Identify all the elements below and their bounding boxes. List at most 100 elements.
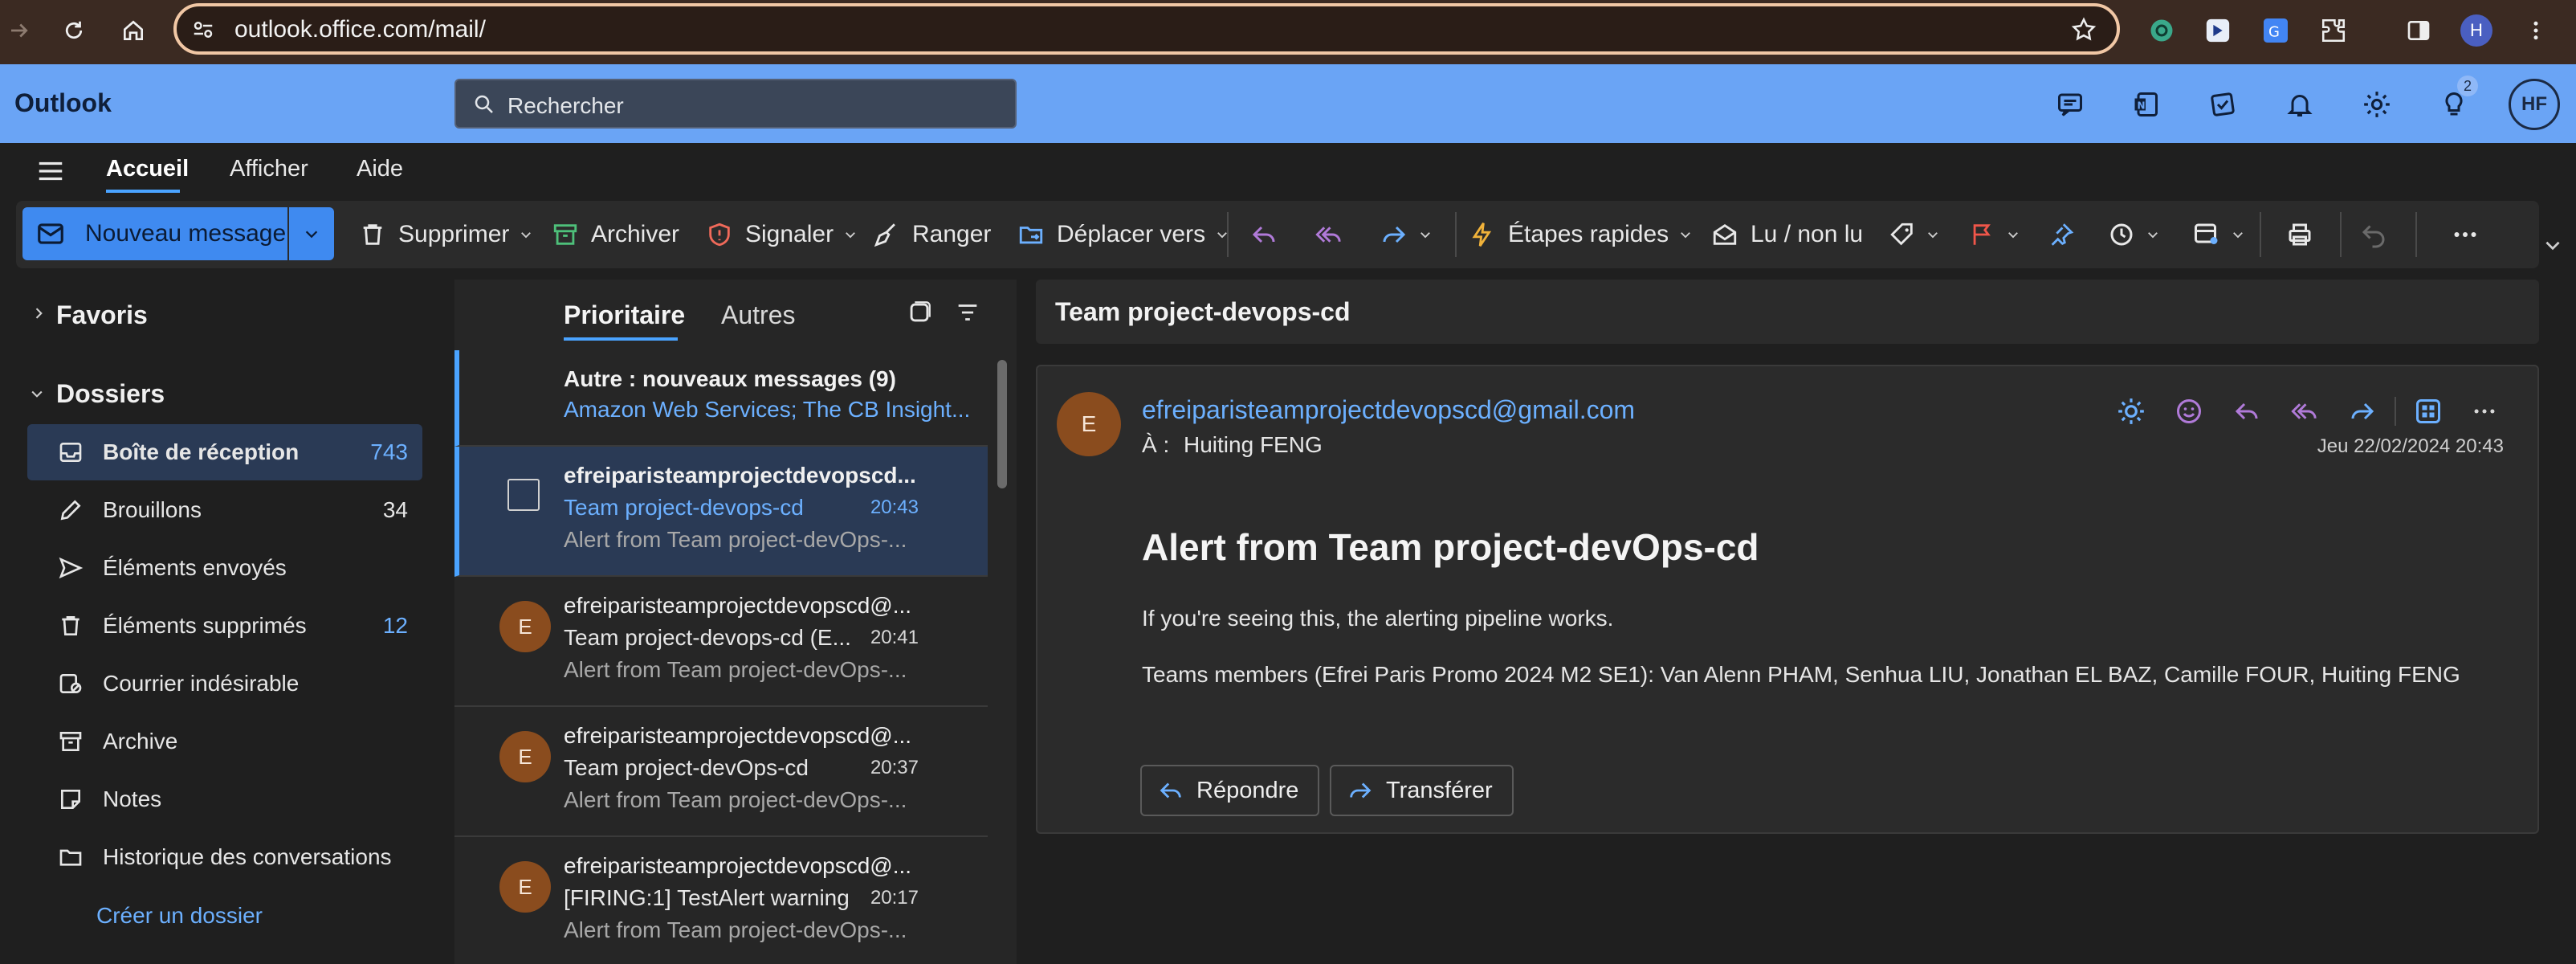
account-avatar[interactable]: HF: [2509, 79, 2560, 130]
select-checkbox[interactable]: [507, 479, 540, 511]
ribbon-collapse-chevron-icon[interactable]: [2542, 235, 2563, 255]
onenote-icon[interactable]: N: [2126, 85, 2165, 124]
notifications-bell-icon[interactable]: [2280, 85, 2319, 124]
reply-arrow-icon: [1156, 776, 1185, 805]
folder-sent[interactable]: Éléments envoyés: [27, 540, 422, 596]
folder-deleted[interactable]: Éléments supprimés 12: [27, 598, 422, 654]
profile-avatar[interactable]: H: [2457, 11, 2496, 50]
message-list-header: Prioritaire Autres: [454, 280, 1017, 349]
folder-archive[interactable]: Archive: [27, 713, 422, 770]
forward-arrow-icon[interactable]: [0, 11, 39, 50]
sender-avatar: E: [499, 861, 551, 913]
snooze-button[interactable]: [2107, 201, 2160, 268]
filter-icon[interactable]: [954, 299, 981, 326]
undo-button[interactable]: [2359, 201, 2388, 268]
more-actions-ellipsis-icon[interactable]: [2467, 394, 2502, 429]
print-button[interactable]: [2285, 201, 2314, 268]
read-unread-label: Lu / non lu: [1751, 221, 1864, 247]
read-unread-button[interactable]: Lu / non lu: [1710, 201, 1863, 268]
folder-conversation-history[interactable]: Historique des conversations: [27, 829, 422, 885]
tab-focused[interactable]: Prioritaire: [564, 300, 685, 330]
home-icon[interactable]: [114, 11, 153, 50]
extension-translate-icon[interactable]: G: [2256, 11, 2295, 50]
other-inbox-banner[interactable]: Autre : nouveaux messages (9) Amazon Web…: [454, 350, 988, 447]
archive-button[interactable]: Archiver: [551, 201, 679, 268]
extension-chatgpt-icon[interactable]: [2142, 11, 2181, 50]
tab-afficher[interactable]: Afficher: [230, 156, 308, 182]
reload-icon[interactable]: [55, 11, 93, 50]
archive-box-icon: [551, 220, 580, 249]
folder-notes[interactable]: Notes: [27, 771, 422, 827]
rules-button[interactable]: [2192, 201, 2245, 268]
reply-arrow-icon[interactable]: [2229, 394, 2264, 429]
move-to-button[interactable]: Déplacer vers: [1017, 201, 1229, 268]
hamburger-menu-icon[interactable]: [35, 156, 66, 186]
flag-button[interactable]: [1969, 201, 2020, 268]
forward-button[interactable]: Transférer: [1330, 765, 1514, 816]
emoji-reaction-icon[interactable]: [2171, 394, 2207, 429]
tab-other[interactable]: Autres: [721, 300, 795, 330]
forward-arrow-icon[interactable]: [2345, 394, 2380, 429]
delete-button[interactable]: Supprimer: [358, 201, 533, 268]
new-message-button[interactable]: Nouveau message: [22, 207, 287, 260]
chevron-down-icon[interactable]: [29, 386, 45, 402]
quick-steps-button[interactable]: Étapes rapides: [1468, 201, 1693, 268]
list-item[interactable]: E efreiparisteamprojectdevopscd@... Team…: [454, 577, 988, 707]
tab-aide[interactable]: Aide: [357, 156, 403, 182]
categorize-button[interactable]: [1889, 201, 1940, 268]
reply-button[interactable]: Répondre: [1140, 765, 1320, 816]
bookmark-star-icon[interactable]: [2070, 16, 2097, 43]
forward-button[interactable]: [1380, 201, 1433, 268]
reply-button[interactable]: [1249, 201, 1278, 268]
toolbar-divider: [1455, 212, 1457, 257]
unread-count: 12: [382, 613, 408, 638]
folders-header[interactable]: Dossiers: [56, 379, 165, 409]
more-options-button[interactable]: [2451, 201, 2480, 268]
to-label: À :: [1142, 432, 1170, 457]
sender-avatar: E: [499, 731, 551, 782]
report-button[interactable]: Signaler: [705, 201, 858, 268]
clock-icon: [2110, 223, 2133, 246]
list-item[interactable]: efreiparisteamprojectdevopscd... Team pr…: [454, 447, 988, 577]
address-bar[interactable]: outlook.office.com/mail/: [173, 3, 2120, 55]
sweep-button[interactable]: Ranger: [872, 201, 991, 268]
teams-chat-icon[interactable]: [2051, 85, 2089, 124]
browser-menu-icon[interactable]: [2517, 11, 2555, 50]
sender-email[interactable]: efreiparisteamprojectdevopscd@gmail.com: [1142, 395, 1635, 425]
chevron-right-icon[interactable]: [31, 305, 47, 321]
message-list-scrollbar[interactable]: [997, 360, 1007, 488]
select-mode-icon[interactable]: [906, 299, 933, 326]
side-panel-icon[interactable]: [2399, 11, 2438, 50]
folder-icon: [56, 843, 85, 872]
reply-all-button[interactable]: [1314, 201, 1344, 268]
settings-gear-icon[interactable]: [2358, 85, 2396, 124]
folder-drafts[interactable]: Brouillons 34: [27, 482, 422, 538]
reply-all-icon[interactable]: [2287, 394, 2322, 429]
immersive-reader-sun-icon[interactable]: [2113, 394, 2149, 429]
sender-avatar[interactable]: E: [1057, 392, 1121, 456]
apps-grid-icon[interactable]: [2411, 394, 2446, 429]
app-title[interactable]: Outlook: [14, 88, 112, 118]
create-folder-link[interactable]: Créer un dossier: [96, 903, 263, 929]
report-label: Signaler: [745, 221, 834, 247]
url-text[interactable]: outlook.office.com/mail/: [234, 16, 486, 43]
list-item[interactable]: E efreiparisteamprojectdevopscd@... [FIR…: [454, 837, 988, 964]
list-item[interactable]: E efreiparisteamprojectdevopscd@... Team…: [454, 707, 988, 837]
folder-junk[interactable]: Courrier indésirable: [27, 656, 422, 712]
recipient-name[interactable]: Huiting FENG: [1184, 432, 1323, 457]
pin-button[interactable]: [2048, 201, 2075, 268]
chevron-down-icon: [846, 232, 855, 239]
todo-icon[interactable]: [2203, 85, 2242, 124]
extension-shield-icon[interactable]: [2199, 11, 2237, 50]
chevron-down-icon: [1928, 232, 1938, 239]
search-input[interactable]: Rechercher: [454, 79, 1017, 129]
site-settings-icon[interactable]: [191, 18, 215, 42]
folder-pane: Favoris Dossiers Boîte de réception 743 …: [0, 281, 434, 964]
conversation-header: Team project-devops-cd: [1036, 280, 2539, 344]
tips-lightbulb-icon[interactable]: 2: [2435, 76, 2478, 124]
extensions-puzzle-icon[interactable]: [2314, 11, 2353, 50]
favorites-header[interactable]: Favoris: [56, 300, 148, 330]
folder-inbox[interactable]: Boîte de réception 743: [27, 424, 422, 480]
tab-accueil[interactable]: Accueil: [106, 156, 189, 182]
new-message-dropdown[interactable]: [289, 207, 334, 260]
